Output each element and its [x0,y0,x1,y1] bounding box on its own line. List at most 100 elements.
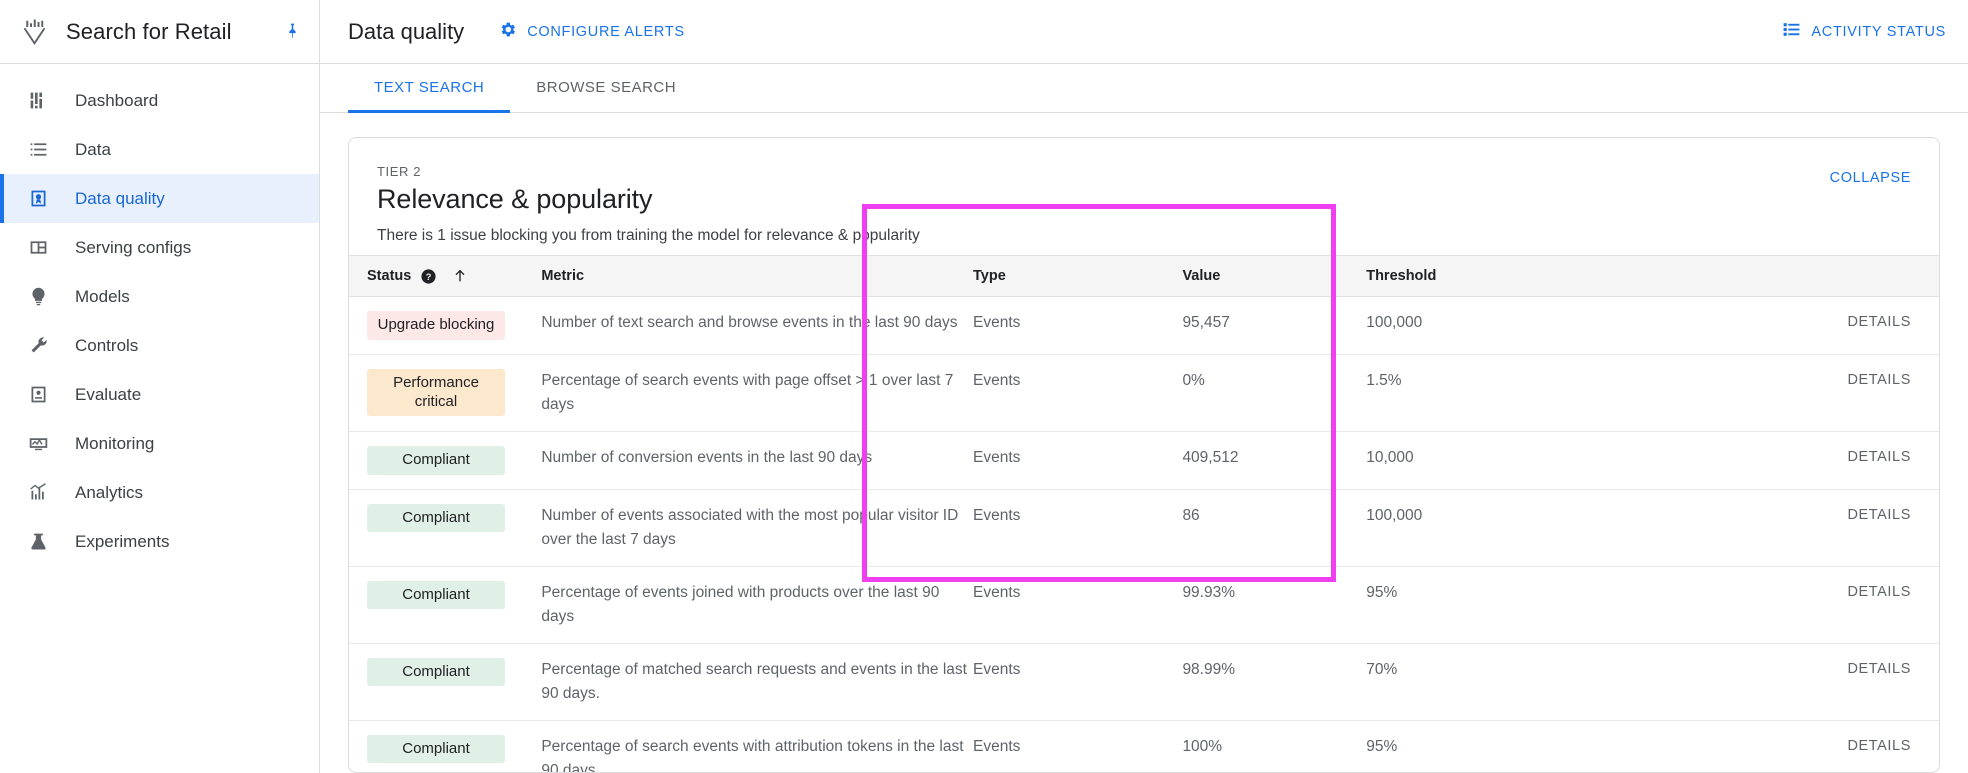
row-value-cell: 99.93% [1182,566,1367,644]
details-button[interactable]: DETAILS [1576,446,1939,468]
column-header-status[interactable]: Status ? [349,255,542,297]
sidebar-item-label: Models [75,286,130,306]
sidebar-item-controls[interactable]: Controls [0,321,319,370]
sidebar-item-label: Serving configs [75,237,192,257]
sidebar-item-analytics[interactable]: Analytics [0,468,319,517]
row-value-cell: 98.99% [1182,643,1367,721]
column-header-value[interactable]: Value [1182,255,1367,297]
sidebar-item-monitoring[interactable]: Monitoring [0,419,319,468]
table-row: Compliant Number of events associated wit… [349,489,1939,567]
content-area: TIER 2 Relevance & popularity There is 1… [320,113,1968,773]
row-details-cell: DETAILS [1575,354,1939,432]
sidebar-item-evaluate[interactable]: Evaluate [0,370,319,419]
row-threshold-cell: 100,000 [1366,296,1576,355]
row-type-cell: Events [973,720,1183,772]
sidebar-item-label: Data [75,139,111,159]
row-type-cell: Events [973,354,1183,432]
table-row: Upgrade blocking Number of text search an… [349,296,1939,355]
pin-icon[interactable] [281,22,303,41]
details-button[interactable]: DETAILS [1576,369,1939,391]
list-icon [25,139,51,160]
row-metric-cell: Number of text search and browse events … [541,296,974,355]
row-details-cell: DETAILS [1575,489,1939,567]
tab-text-search[interactable]: TEXT SEARCH [348,64,511,113]
column-header-metric-label: Metric [541,268,585,284]
table-row: Compliant Percentage of matched search re… [349,643,1939,721]
sidebar-item-experiments[interactable]: Experiments [0,517,319,566]
card-title: Relevance & popularity [377,184,653,214]
row-threshold-cell: 95% [1366,566,1576,644]
gear-icon [498,20,517,43]
activity-status-label: ACTIVITY STATUS [1811,23,1946,40]
row-metric-cell: Percentage of matched search requests an… [541,643,974,721]
card-subtitle: There is 1 issue blocking you from train… [377,227,920,244]
lightbulb-icon [25,286,51,307]
activity-status-button[interactable]: ACTIVITY STATUS [1782,20,1946,43]
row-metric-cell: Percentage of search events with attribu… [541,720,974,772]
status-badge: Performance critical [367,368,505,417]
sidebar-nav: Dashboard Data Data quality Serving conf… [0,64,319,566]
row-status-cell: Compliant [349,643,542,721]
details-button[interactable]: DETAILS [1576,311,1939,333]
row-value-cell: 409,512 [1182,431,1367,490]
row-metric-cell: Percentage of search events with page of… [541,354,974,432]
row-type-cell: Events [973,566,1183,644]
sidebar-item-dashboard[interactable]: Dashboard [0,76,319,125]
row-details-cell: DETAILS [1575,431,1939,490]
details-button[interactable]: DETAILS [1576,658,1939,680]
row-value-cell: 100% [1182,720,1367,772]
sidebar-item-label: Data quality [75,188,165,208]
column-header-threshold[interactable]: Threshold [1366,255,1576,297]
sidebar-item-models[interactable]: Models [0,272,319,321]
column-header-type[interactable]: Type [973,255,1183,297]
row-threshold-cell: 100,000 [1366,489,1576,567]
row-threshold-cell: 70% [1366,643,1576,721]
relevance-popularity-card: TIER 2 Relevance & popularity There is 1… [348,137,1940,773]
row-threshold-cell: 95% [1366,720,1576,772]
tab-label: TEXT SEARCH [374,78,485,96]
row-status-cell: Performance critical [349,354,542,432]
row-value-cell: 95,457 [1182,296,1367,355]
details-button[interactable]: DETAILS [1576,504,1939,526]
row-type-cell: Events [973,431,1183,490]
analytics-icon [25,482,51,503]
row-type-cell: Events [973,489,1183,567]
status-badge: Compliant [367,503,505,533]
status-badge: Compliant [367,580,505,610]
data-quality-icon [25,188,51,209]
details-button[interactable]: DETAILS [1576,581,1939,603]
sidebar-item-serving-configs[interactable]: Serving configs [0,223,319,272]
status-badge: Compliant [367,445,505,475]
column-header-details [1575,255,1939,297]
sidebar: Search for Retail Dashboard Data Data qu… [0,0,320,773]
app-root: Search for Retail Dashboard Data Data qu… [0,0,1968,773]
retail-search-logo-icon [18,15,52,49]
column-header-metric[interactable]: Metric [541,255,974,297]
sidebar-item-label: Experiments [75,531,170,551]
details-button[interactable]: DETAILS [1576,735,1939,757]
column-header-value-label: Value [1182,268,1221,284]
table-body: Upgrade blocking Number of text search an… [349,296,1939,772]
sidebar-item-data-quality[interactable]: Data quality [0,174,319,223]
configure-alerts-label: CONFIGURE ALERTS [527,23,685,40]
row-type-cell: Events [973,643,1183,721]
tab-label: BROWSE SEARCH [536,78,677,96]
help-icon[interactable]: ? [420,268,437,285]
serving-configs-icon [25,237,51,258]
row-value-cell: 0% [1182,354,1367,432]
row-threshold-cell: 10,000 [1366,431,1576,490]
collapse-button[interactable]: COLLAPSE [1830,170,1911,186]
brand-title: Search for Retail [66,18,232,44]
table-header-row: Status ? Metric Type Value Threshold [349,255,1939,297]
row-status-cell: Upgrade blocking [349,296,542,355]
sort-ascending-arrow-icon[interactable] [452,268,468,284]
row-metric-cell: Number of events associated with the mos… [541,489,974,567]
configure-alerts-button[interactable]: CONFIGURE ALERTS [498,20,685,43]
svg-text:?: ? [426,272,432,282]
sidebar-item-data[interactable]: Data [0,125,319,174]
tab-browse-search[interactable]: BROWSE SEARCH [510,64,702,113]
row-status-cell: Compliant [349,566,542,644]
wrench-icon [25,335,51,356]
main-area: Data quality CONFIGURE ALERTS ACTIVITY S… [320,0,1968,773]
row-details-cell: DETAILS [1575,643,1939,721]
